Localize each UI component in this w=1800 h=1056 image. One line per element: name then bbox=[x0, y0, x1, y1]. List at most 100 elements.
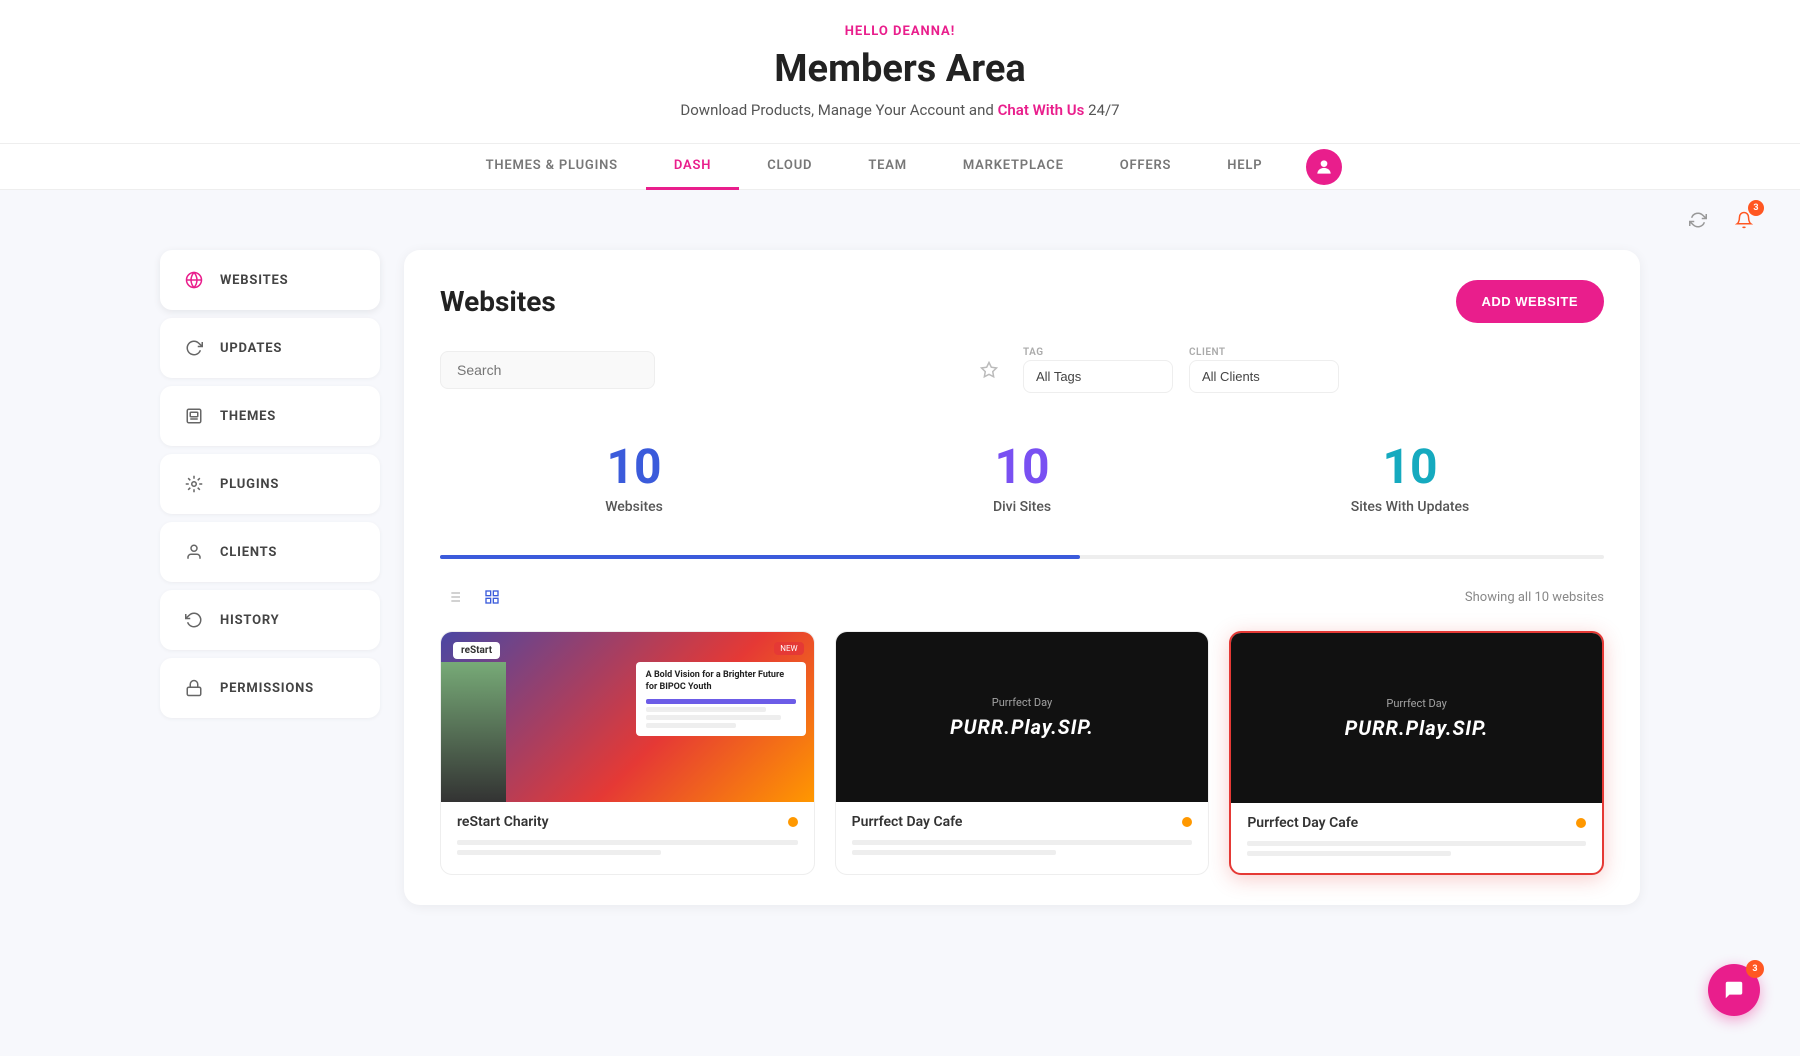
restart-logo: reStart bbox=[453, 642, 500, 659]
search-input[interactable] bbox=[440, 351, 655, 389]
plugins-icon bbox=[180, 470, 208, 498]
stat-divi-number: 10 bbox=[828, 443, 1216, 491]
websites-icon bbox=[180, 266, 208, 294]
tag-filter-select[interactable]: All Tags bbox=[1023, 360, 1173, 393]
sidebar-label-clients: CLIENTS bbox=[220, 545, 277, 560]
stats-row: 10 Websites 10 Divi Sites 10 Sites With … bbox=[440, 423, 1604, 535]
sidebar-label-themes: THEMES bbox=[220, 409, 276, 424]
restart-content-bars bbox=[646, 699, 796, 728]
card-name-restart: reStart Charity bbox=[457, 814, 549, 830]
refresh-button[interactable] bbox=[1682, 204, 1714, 236]
sidebar-label-history: HISTORY bbox=[220, 613, 280, 628]
sidebar-label-updates: UPDATES bbox=[220, 341, 282, 356]
add-website-button[interactable]: ADD WEBSITE bbox=[1456, 280, 1605, 323]
nav-item-team[interactable]: TEAM bbox=[840, 144, 935, 190]
card-lines-restart bbox=[441, 840, 814, 872]
purr-logo-2: Purrfect Day PURR.Play.SIP. bbox=[1345, 697, 1489, 740]
view-toggles bbox=[440, 583, 506, 611]
grid-controls: Showing all 10 websites bbox=[440, 583, 1604, 611]
nav-item-help[interactable]: HELP bbox=[1199, 144, 1290, 190]
website-card-restart[interactable]: reStart NEW A Bold Vision for a Brighter… bbox=[440, 631, 815, 875]
card-lines-purr-1 bbox=[836, 840, 1209, 872]
card-footer-restart: reStart Charity bbox=[441, 802, 814, 840]
nav-item-dash[interactable]: DASH bbox=[646, 144, 739, 190]
stat-divi-label: Divi Sites bbox=[828, 499, 1216, 515]
sidebar-item-clients[interactable]: CLIENTS bbox=[160, 522, 380, 582]
progress-bar-fill bbox=[440, 555, 1080, 559]
sidebar-item-plugins[interactable]: PLUGINS bbox=[160, 454, 380, 514]
website-cards-grid: reStart NEW A Bold Vision for a Brighter… bbox=[440, 631, 1604, 875]
themes-icon bbox=[180, 402, 208, 430]
stat-updates-label: Sites With Updates bbox=[1216, 499, 1604, 515]
updates-icon bbox=[180, 334, 208, 362]
toolbar: 3 bbox=[0, 190, 1800, 250]
user-avatar[interactable] bbox=[1306, 149, 1342, 185]
favorites-button[interactable] bbox=[971, 352, 1007, 388]
card-thumbnail-restart: reStart NEW A Bold Vision for a Brighter… bbox=[441, 632, 814, 802]
sidebar-item-websites[interactable]: WEBSITES bbox=[160, 250, 380, 310]
sidebar-item-themes[interactable]: THEMES bbox=[160, 386, 380, 446]
stat-updates: 10 Sites With Updates bbox=[1216, 423, 1604, 535]
card-name-purr-1: Purrfect Day Cafe bbox=[852, 814, 963, 830]
stat-websites: 10 Websites bbox=[440, 423, 828, 535]
subtitle-prefix: Download Products, Manage Your Account a… bbox=[680, 101, 993, 119]
chat-link[interactable]: Chat With Us bbox=[998, 101, 1085, 119]
content-header: Websites ADD WEBSITE bbox=[440, 280, 1604, 323]
list-view-toggle[interactable] bbox=[440, 583, 468, 611]
tag-filter-group: TAG All Tags bbox=[1023, 347, 1173, 393]
card-thumbnail-purr-2: Purrfect Day PURR.Play.SIP. bbox=[1231, 633, 1602, 803]
sidebar-item-history[interactable]: HISTORY bbox=[160, 590, 380, 650]
nav-item-offers[interactable]: OFFERS bbox=[1092, 144, 1200, 190]
content-title: Websites bbox=[440, 285, 556, 318]
restart-content-block: A Bold Vision for a Brighter Future for … bbox=[636, 662, 806, 736]
showing-count: Showing all 10 websites bbox=[1465, 590, 1604, 605]
restart-badge: NEW bbox=[774, 642, 803, 655]
card-status-dot-restart bbox=[788, 817, 798, 827]
card-footer-purr-1: Purrfect Day Cafe bbox=[836, 802, 1209, 840]
notification-count: 3 bbox=[1748, 200, 1764, 216]
page-title: Members Area bbox=[0, 47, 1800, 91]
card-name-purr-2: Purrfect Day Cafe bbox=[1247, 815, 1358, 831]
purr-logo-1: Purrfect Day PURR.Play.SIP. bbox=[950, 696, 1094, 739]
card-lines-purr-2 bbox=[1231, 841, 1602, 873]
nav-item-cloud[interactable]: CLOUD bbox=[739, 144, 840, 190]
client-filter-select[interactable]: All Clients bbox=[1189, 360, 1339, 393]
main-layout: WEBSITES UPDATES THEMES PLUGINS CLIENTS bbox=[0, 250, 1800, 905]
filters-row: TAG All Tags CLIENT All Clients bbox=[440, 347, 1604, 393]
card-status-dot-purr-2 bbox=[1576, 818, 1586, 828]
card-footer-purr-2: Purrfect Day Cafe bbox=[1231, 803, 1602, 841]
history-icon bbox=[180, 606, 208, 634]
grid-view-toggle[interactable] bbox=[478, 583, 506, 611]
notification-bell[interactable]: 3 bbox=[1728, 204, 1760, 236]
clients-icon bbox=[180, 538, 208, 566]
sidebar-item-permissions[interactable]: PERMISSIONS bbox=[160, 658, 380, 718]
card-thumbnail-purr-1: Purrfect Day PURR.Play.SIP. bbox=[836, 632, 1209, 802]
nav-item-marketplace[interactable]: MARKETPLACE bbox=[935, 144, 1092, 190]
hello-greeting: HELLO DEANNA! bbox=[0, 24, 1800, 39]
progress-bar-container bbox=[440, 555, 1604, 559]
nav-item-themes-plugins[interactable]: THEMES & PLUGINS bbox=[458, 144, 646, 190]
page-header: HELLO DEANNA! Members Area Download Prod… bbox=[0, 0, 1800, 190]
sidebar-item-updates[interactable]: UPDATES bbox=[160, 318, 380, 378]
stat-websites-label: Websites bbox=[440, 499, 828, 515]
stat-updates-number: 10 bbox=[1216, 443, 1604, 491]
main-panel: Websites ADD WEBSITE TAG All Tags CLIENT… bbox=[404, 250, 1640, 905]
client-filter-group: CLIENT All Clients bbox=[1189, 347, 1339, 393]
permissions-icon bbox=[180, 674, 208, 702]
website-card-purr-1[interactable]: Purrfect Day PURR.Play.SIP. Purrfect Day… bbox=[835, 631, 1210, 875]
website-card-purr-2[interactable]: Purrfect Day PURR.Play.SIP. Purrfect Day… bbox=[1229, 631, 1604, 875]
chat-bubble[interactable]: 3 bbox=[1708, 964, 1760, 1016]
main-nav: THEMES & PLUGINS DASH CLOUD TEAM MARKETP… bbox=[0, 143, 1800, 189]
sidebar-label-permissions: PERMISSIONS bbox=[220, 681, 314, 696]
stat-websites-number: 10 bbox=[440, 443, 828, 491]
tag-filter-label: TAG bbox=[1023, 347, 1173, 358]
page-subtitle: Download Products, Manage Your Account a… bbox=[0, 101, 1800, 119]
person-image bbox=[441, 662, 506, 802]
sidebar-label-plugins: PLUGINS bbox=[220, 477, 279, 492]
subtitle-suffix: 24/7 bbox=[1088, 101, 1119, 119]
chat-badge: 3 bbox=[1746, 960, 1764, 978]
sidebar-label-websites: WEBSITES bbox=[220, 273, 288, 288]
stat-divi-sites: 10 Divi Sites bbox=[828, 423, 1216, 535]
sidebar: WEBSITES UPDATES THEMES PLUGINS CLIENTS bbox=[160, 250, 380, 718]
card-status-dot-purr-1 bbox=[1182, 817, 1192, 827]
